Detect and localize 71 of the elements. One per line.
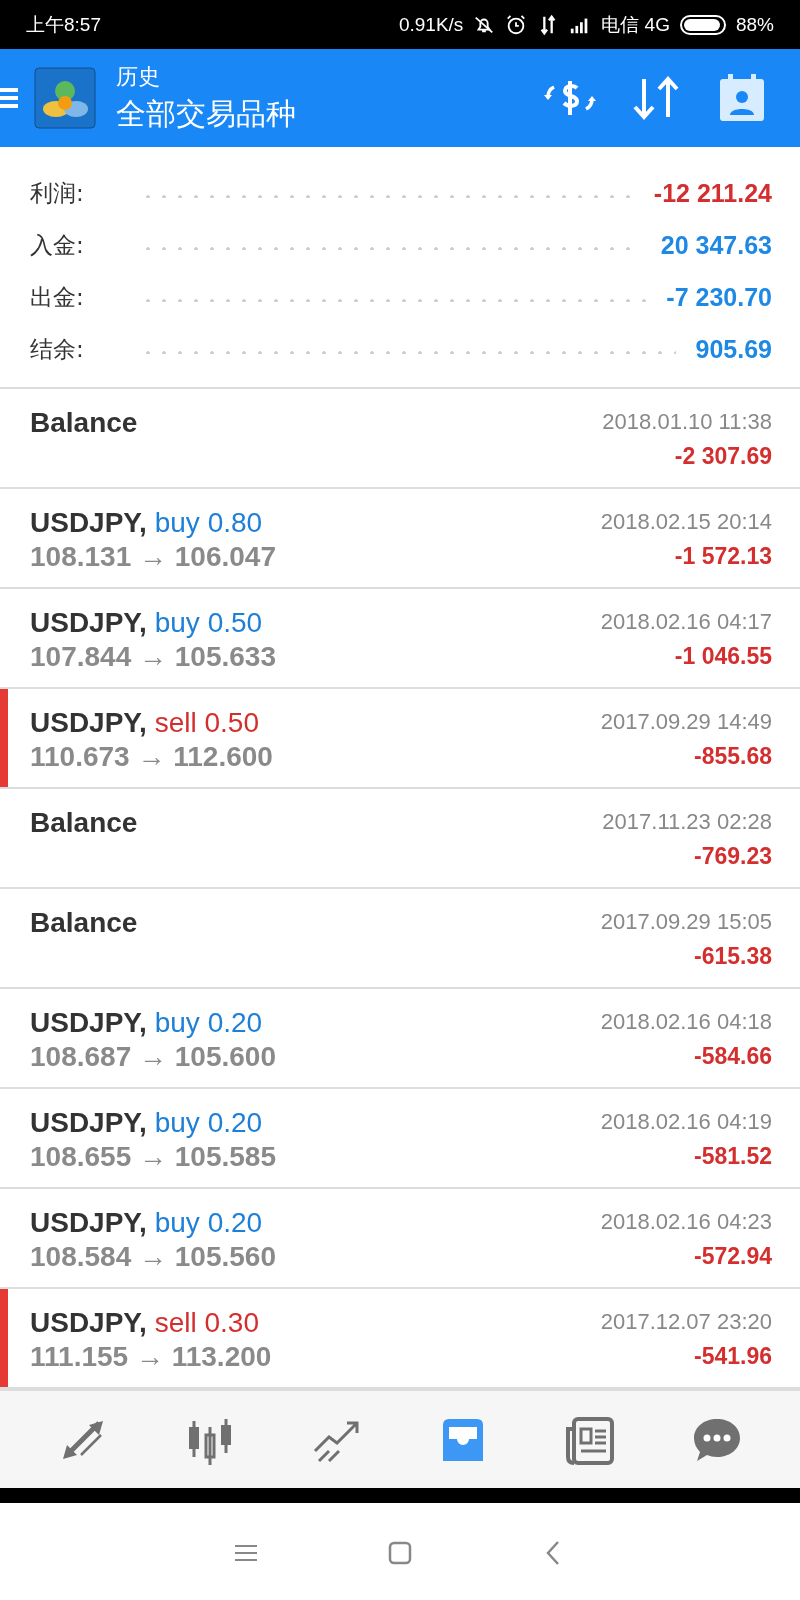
trade-profit: -1 046.55: [674, 643, 772, 670]
trade-profit: -855.68: [694, 743, 772, 770]
trade-time: 2018.02.16 04:18: [600, 1009, 772, 1035]
history-row[interactable]: USDJPY, buy 0.80 108.131 → 106.047 2018.02.15 20:14 -1 572.13: [0, 489, 800, 589]
trade-profit: -615.38: [694, 943, 772, 970]
trade-prices: 108.131 → 106.047: [30, 541, 277, 573]
summary-value: -7 230.70: [666, 282, 772, 312]
symbol-filter[interactable]: 全部交易品种: [116, 93, 542, 135]
operation-type: Balance: [30, 907, 139, 939]
trade-profit: -1 572.13: [674, 543, 772, 570]
trade-profit: -2 307.69: [674, 443, 772, 470]
trade-prices: 108.584 → 105.560: [30, 1241, 277, 1273]
operation-type: Balance: [30, 407, 139, 439]
trade-volume: sell 0.30: [154, 1307, 259, 1339]
newspaper-icon[interactable]: [563, 1414, 616, 1465]
trade-symbol: USDJPY,: [30, 1307, 147, 1339]
summary-value: 20 347.63: [660, 230, 772, 260]
trade-profit: -541.96: [694, 1343, 772, 1370]
trade-profit: -581.52: [694, 1143, 772, 1170]
history-row[interactable]: USDJPY, buy 0.20 108.687 → 105.600 2018.02.16 04:18 -584.66: [0, 989, 800, 1089]
trade-prices: 110.673 → 112.600: [30, 741, 274, 773]
trade-prices: 107.844 → 105.633: [30, 641, 277, 673]
trade-symbol: USDJPY,: [30, 707, 147, 739]
trade-symbol: USDJPY,: [30, 1207, 147, 1239]
battery-percent: 88%: [735, 13, 774, 36]
trade-prices: 108.655 → 105.585: [30, 1141, 277, 1173]
trade-time: 2017.09.29 14:49: [600, 709, 772, 735]
history-row[interactable]: Balance 2017.09.29 15:05 -615.38: [0, 889, 800, 989]
summary-label: 结余:: [30, 334, 85, 364]
history-row[interactable]: Balance 2017.11.23 02:28 -769.23: [0, 789, 800, 889]
summary-label: 利润:: [30, 178, 85, 208]
trade-time: 2018.01.10 11:38: [602, 409, 772, 435]
trade-symbol: USDJPY,: [30, 507, 147, 539]
trade-profit: -584.66: [694, 1043, 772, 1070]
home-square-icon[interactable]: [387, 1539, 413, 1567]
trade-profit: -769.23: [694, 843, 772, 870]
history-row[interactable]: USDJPY, buy 0.20 108.584 → 105.560 2018.02.16 04:23 -572.94: [0, 1189, 800, 1289]
operation-type: Balance: [30, 807, 139, 839]
summary-label: 出金:: [30, 282, 85, 312]
summary-value: -12 211.24: [653, 178, 772, 208]
trade-symbol: USDJPY,: [30, 1107, 147, 1139]
history-row[interactable]: USDJPY, buy 0.50 107.844 → 105.633 2018.02.16 04:17 -1 046.55: [0, 589, 800, 689]
trade-time: 2018.02.16 04:23: [600, 1209, 772, 1235]
trade-time: 2018.02.16 04:19: [600, 1109, 772, 1135]
summary-label: 入金:: [30, 230, 85, 260]
history-row[interactable]: USDJPY, sell 0.50 110.673 → 112.600 2017.09.29 14:49 -855.68: [0, 689, 800, 789]
trade-profit: -572.94: [694, 1243, 772, 1270]
history-row[interactable]: Balance 2018.01.10 11:38 -2 307.69: [0, 389, 800, 489]
trade-volume: buy 0.50: [154, 607, 263, 639]
screen-title: 历史: [116, 62, 161, 91]
trade-volume: sell 0.50: [154, 707, 259, 739]
trade-volume: buy 0.20: [154, 1107, 263, 1139]
trade-symbol: USDJPY,: [30, 607, 147, 639]
trade-time: 2018.02.16 04:17: [600, 609, 772, 635]
trade-volume: buy 0.20: [154, 1007, 263, 1039]
trade-prices: 108.687 → 105.600: [30, 1041, 277, 1073]
network-speed: 0.91K/s: [398, 13, 464, 36]
trade-time: 2018.02.15 20:14: [600, 509, 772, 535]
trade-time: 2017.12.07 23:20: [600, 1309, 772, 1335]
status-time: 上午8:57: [26, 12, 101, 37]
summary-value: 905.69: [695, 334, 772, 364]
battery-icon: [679, 14, 726, 35]
trade-volume: buy 0.20: [154, 1207, 263, 1239]
trade-time: 2017.09.29 15:05: [600, 909, 772, 935]
trade-volume: buy 0.80: [154, 507, 263, 539]
trade-prices: 111.155 → 113.200: [30, 1341, 273, 1373]
app-logo-icon[interactable]: [34, 67, 96, 129]
carrier-label: 电信 4G: [601, 12, 670, 37]
history-row[interactable]: USDJPY, buy 0.20 108.655 → 105.585 2018.02.16 04:19 -581.52: [0, 1089, 800, 1189]
trade-symbol: USDJPY,: [30, 1007, 147, 1039]
trade-time: 2017.11.23 02:28: [602, 809, 772, 835]
